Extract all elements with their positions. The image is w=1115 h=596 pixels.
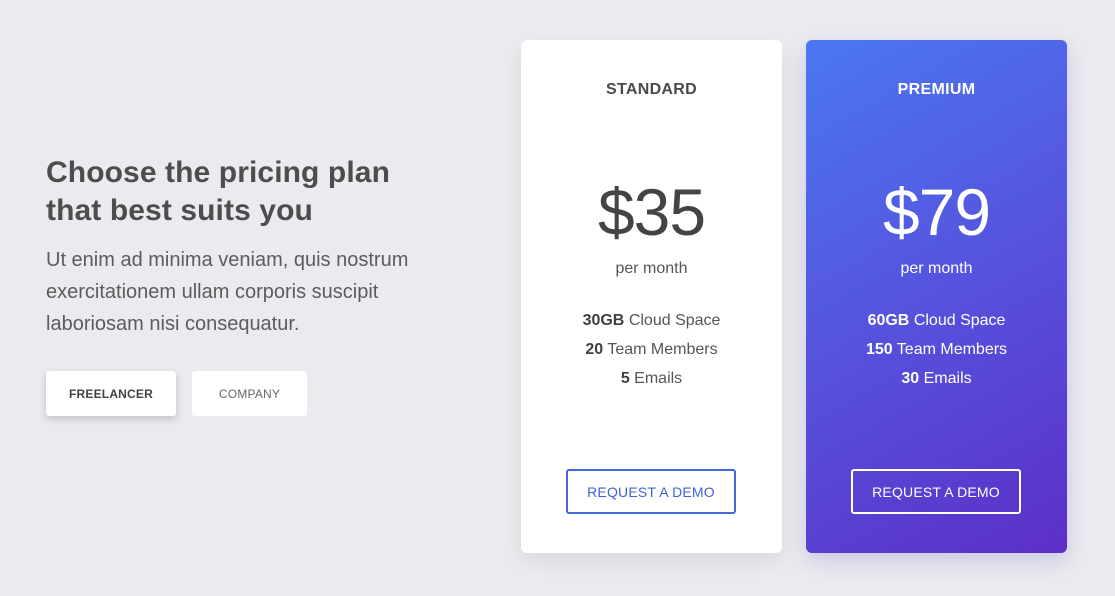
pricing-card-premium: PREMIUM $79 per month 60GB Cloud Space 1… xyxy=(806,40,1067,553)
freelancer-toggle-button[interactable]: FREELANCER xyxy=(46,371,176,416)
feature-value: 5 xyxy=(620,370,630,387)
feature-value: 30GB xyxy=(582,312,625,329)
feature-value: 150 xyxy=(865,341,893,358)
feature-label: Emails xyxy=(923,370,972,387)
request-demo-button-standard[interactable]: REQUEST A DEMO xyxy=(566,469,736,514)
company-toggle-button[interactable]: COMPANY xyxy=(192,371,307,416)
plan-price: $35 xyxy=(597,175,706,249)
plan-period: per month xyxy=(615,260,688,277)
plan-features: 30GB Cloud Space 20 Team Members 5 Email… xyxy=(521,306,782,393)
feature-item: 150 Team Members xyxy=(806,335,1067,364)
pricing-intro: Choose the pricing plan that best suits … xyxy=(46,154,426,340)
feature-label: Emails xyxy=(634,370,683,387)
feature-label: Team Members xyxy=(607,341,718,358)
pricing-card-standard: STANDARD $35 per month 30GB Cloud Space … xyxy=(521,40,782,553)
intro-description: Ut enim ad minima veniam, quis nostrum e… xyxy=(46,249,409,335)
feature-item: 30 Emails xyxy=(806,364,1067,393)
plan-period: per month xyxy=(900,260,973,277)
feature-item: 60GB Cloud Space xyxy=(806,306,1067,335)
feature-value: 30 xyxy=(901,370,920,387)
feature-label: Cloud Space xyxy=(628,312,721,329)
page-title: Choose the pricing plan that best suits … xyxy=(46,156,390,227)
feature-label: Team Members xyxy=(896,341,1008,358)
plan-name: STANDARD xyxy=(606,81,697,98)
plan-price: $79 xyxy=(882,175,991,249)
feature-item: 30GB Cloud Space xyxy=(521,306,782,335)
request-demo-button-premium[interactable]: REQUEST A DEMO xyxy=(851,469,1021,514)
feature-item: 5 Emails xyxy=(521,364,782,393)
feature-value: 20 xyxy=(585,341,604,358)
plan-audience-toggle: FREELANCER COMPANY xyxy=(46,371,307,416)
feature-item: 20 Team Members xyxy=(521,335,782,364)
plan-features: 60GB Cloud Space 150 Team Members 30 Ema… xyxy=(806,306,1067,393)
feature-label: Cloud Space xyxy=(913,312,1006,329)
plan-name: PREMIUM xyxy=(897,81,976,98)
feature-value: 60GB xyxy=(867,312,910,329)
